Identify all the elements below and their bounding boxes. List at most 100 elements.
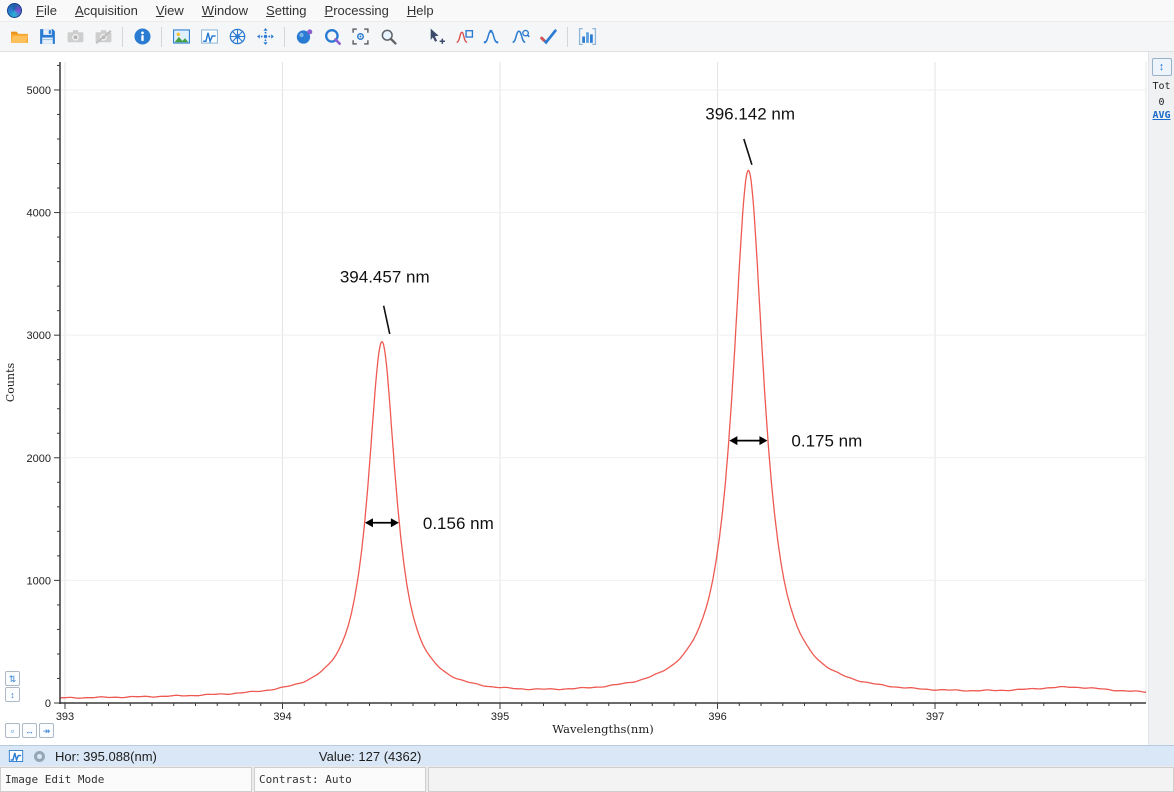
expand-panel-button[interactable]: ↕ <box>1152 58 1172 76</box>
peak-search-button[interactable] <box>507 24 533 50</box>
svg-text:394.457 nm: 394.457 nm <box>340 267 430 286</box>
status-bar: Hor: 395.088(nm) Value: 127 (4362) <box>0 745 1174 766</box>
spare-status-panel <box>428 767 1174 792</box>
peak-trace-icon <box>483 27 502 46</box>
fit-region-button[interactable]: ▫ <box>5 723 20 738</box>
menu-file[interactable]: File <box>27 1 66 20</box>
menu-view[interactable]: View <box>147 1 193 20</box>
menu-setting[interactable]: Setting <box>257 1 315 20</box>
toolbar-separator <box>161 27 162 47</box>
compress-x-button[interactable]: ↔ <box>22 723 37 738</box>
move-tool-button[interactable] <box>252 24 278 50</box>
info-icon <box>133 27 152 46</box>
bar-chart-button[interactable] <box>574 24 600 50</box>
menu: FileAcquisitionViewWindowSettingProcessi… <box>27 1 443 20</box>
peak-annotation: 396.142 nm <box>705 104 795 164</box>
svg-text:393: 393 <box>56 711 74 723</box>
open-folder-icon <box>10 27 29 46</box>
config-web-button[interactable] <box>224 24 250 50</box>
peak-trace-button[interactable] <box>479 24 505 50</box>
main-area: 393 394 395 396 397 0 1000 2000 3000 4000 5000 Coun… <box>0 52 1174 745</box>
peak-annotation: 394.457 nm <box>340 267 430 333</box>
svg-text:4000: 4000 <box>27 208 51 220</box>
chart-region: 393 394 395 396 397 0 1000 2000 3000 4000 5000 Coun… <box>0 52 1148 745</box>
cursor-add-button[interactable] <box>423 24 449 50</box>
avg-link[interactable]: AVG <box>1152 110 1170 121</box>
expand-y-button[interactable]: ↕ <box>5 687 20 702</box>
camera-capture-off-button[interactable] <box>90 24 116 50</box>
peak-region-icon <box>455 27 474 46</box>
info-button[interactable] <box>129 24 155 50</box>
curve-mode-icon[interactable] <box>8 748 24 764</box>
camera-icon <box>66 27 85 46</box>
fwhm-annotation: 0.175 nm <box>729 432 862 451</box>
web-icon <box>228 27 247 46</box>
menu-acquisition[interactable]: Acquisition <box>66 1 147 20</box>
curve-icon <box>200 27 219 46</box>
total-value: 0 <box>1158 97 1164 108</box>
menu-processing[interactable]: Processing <box>316 1 398 20</box>
value-readout: Value: 127 (4362) <box>319 749 421 764</box>
curve-view-button[interactable] <box>196 24 222 50</box>
svg-text:394: 394 <box>273 711 291 723</box>
annotate-check-button[interactable] <box>535 24 561 50</box>
axes: 393 394 395 396 397 0 1000 2000 3000 4000 5000 <box>27 62 1146 723</box>
svg-text:397: 397 <box>926 711 944 723</box>
svg-text:2000: 2000 <box>27 453 51 465</box>
menu-help[interactable]: Help <box>398 1 443 20</box>
bar-chart-icon <box>578 27 597 46</box>
spectrometer-app-window: FileAcquisitionViewWindowSettingProcessi… <box>0 0 1174 792</box>
mode-indicator: Image Edit Mode <box>0 767 252 792</box>
total-label: Tot <box>1152 81 1170 92</box>
compress-y-button[interactable]: ⇅ <box>5 671 20 686</box>
svg-text:396: 396 <box>708 711 726 723</box>
app-logo-icon <box>7 3 22 18</box>
menu-window[interactable]: Window <box>193 1 257 20</box>
y-axis-title: Counts <box>4 363 17 403</box>
x-axis-title: Wavelengths(nm) <box>552 722 653 736</box>
right-panel: ↕ Tot 0 AVG <box>1148 52 1174 745</box>
image-icon <box>172 27 191 46</box>
peak-region-button[interactable] <box>451 24 477 50</box>
toolbar-separator <box>284 27 285 47</box>
zoom-button[interactable] <box>375 24 401 50</box>
fwhm-annotation: 0.156 nm <box>365 514 494 533</box>
image-view-button[interactable] <box>168 24 194 50</box>
menu-bar: FileAcquisitionViewWindowSettingProcessi… <box>0 0 1174 22</box>
contrast-ring-icon[interactable] <box>34 751 45 762</box>
camera-off-icon <box>94 27 113 46</box>
svg-text:0.156 nm: 0.156 nm <box>423 514 494 533</box>
horizontal-readout: Hor: 395.088(nm) <box>55 749 157 764</box>
save-icon <box>38 27 57 46</box>
move-icon <box>256 27 275 46</box>
svg-text:5000: 5000 <box>27 85 51 97</box>
spectrum-chart[interactable]: 393 394 395 396 397 0 1000 2000 3000 4000 5000 Coun… <box>0 52 1148 745</box>
open-file-button[interactable] <box>6 24 32 50</box>
camera-capture-button[interactable] <box>62 24 88 50</box>
bottom-bar: Image Edit Mode Contrast: Auto <box>0 766 1174 792</box>
zoom-region-button[interactable] <box>347 24 373 50</box>
spectrum-line <box>60 170 1146 698</box>
expand-x-button[interactable]: ↠ <box>39 723 54 738</box>
cursor-add-icon <box>427 27 446 46</box>
magnifier-icon <box>379 27 398 46</box>
save-button[interactable] <box>34 24 60 50</box>
check-icon <box>539 27 558 46</box>
grid <box>60 62 1146 703</box>
svg-text:0: 0 <box>45 698 51 710</box>
sphere-icon <box>295 27 314 46</box>
toolbar-separator <box>122 27 123 47</box>
orbit-zoom-button[interactable] <box>319 24 345 50</box>
svg-text:3000: 3000 <box>27 330 51 342</box>
orbit-icon <box>323 27 342 46</box>
svg-text:396.142 nm: 396.142 nm <box>705 104 795 123</box>
svg-text:395: 395 <box>491 711 509 723</box>
peak-search-icon <box>511 27 530 46</box>
toolbar-separator <box>567 27 568 47</box>
zoom-region-icon <box>351 27 370 46</box>
sphere-3d-button[interactable] <box>291 24 317 50</box>
svg-text:1000: 1000 <box>27 575 51 587</box>
toolbar <box>0 22 1174 52</box>
contrast-indicator: Contrast: Auto <box>254 767 426 792</box>
svg-text:0.175 nm: 0.175 nm <box>791 432 862 451</box>
